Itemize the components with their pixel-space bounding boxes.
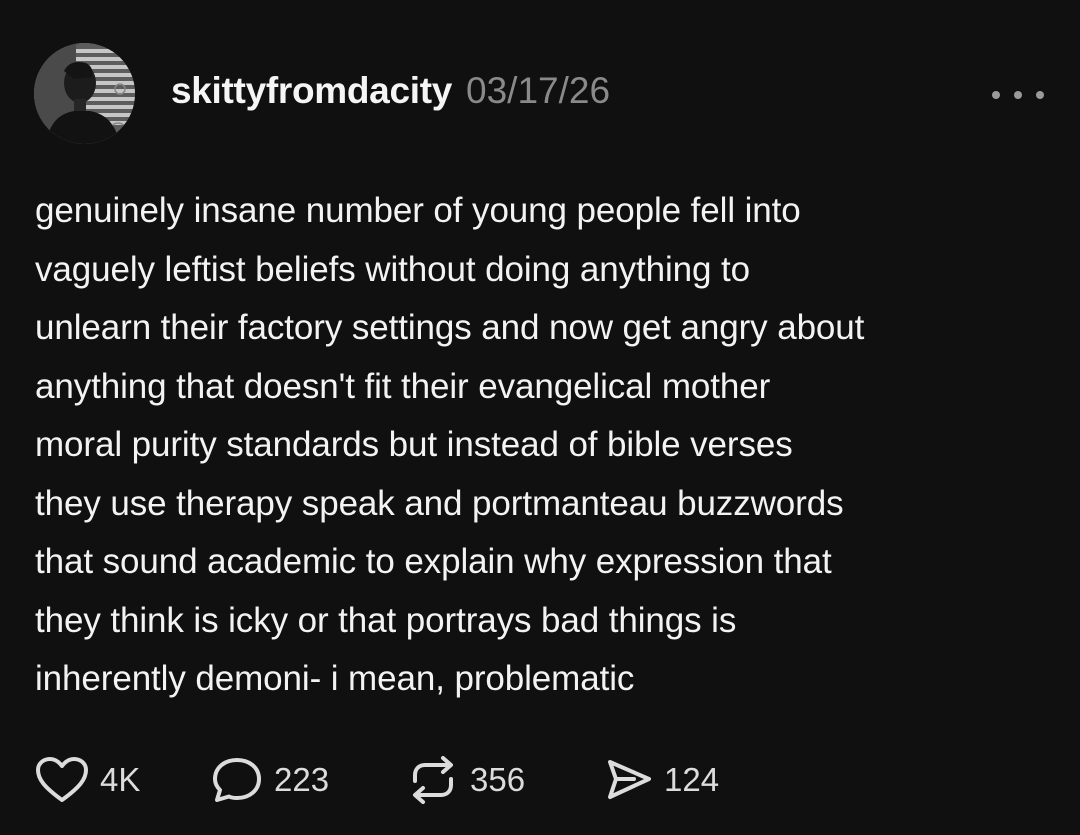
heart-icon	[36, 757, 88, 802]
more-options-button[interactable]	[992, 80, 1044, 110]
action-bar: 4K 223 356 124	[34, 752, 719, 808]
repost-count: 356	[470, 761, 526, 798]
post-header: skittyfromdacity 03/17/26	[171, 70, 610, 118]
like-button[interactable]: 4K	[34, 755, 210, 805]
comment-icon	[213, 758, 261, 802]
share-count: 124	[664, 761, 720, 798]
repost-button[interactable]: 356	[406, 755, 604, 805]
post-text: genuinely insane number of young people …	[35, 191, 865, 698]
avatar[interactable]	[34, 43, 135, 144]
more-horizontal-icon	[992, 91, 1000, 99]
like-count: 4K	[100, 761, 141, 798]
comment-count: 223	[274, 761, 330, 798]
profile-photo	[34, 43, 135, 144]
share-button[interactable]: 124	[604, 755, 719, 805]
username[interactable]: skittyfromdacity	[171, 70, 452, 112]
comment-button[interactable]: 223	[210, 755, 406, 805]
post: skittyfromdacity 03/17/26 genuinely insa…	[0, 0, 1080, 835]
share-icon	[608, 760, 651, 799]
repost-icon	[413, 756, 453, 804]
post-date: 03/17/26	[466, 70, 611, 111]
